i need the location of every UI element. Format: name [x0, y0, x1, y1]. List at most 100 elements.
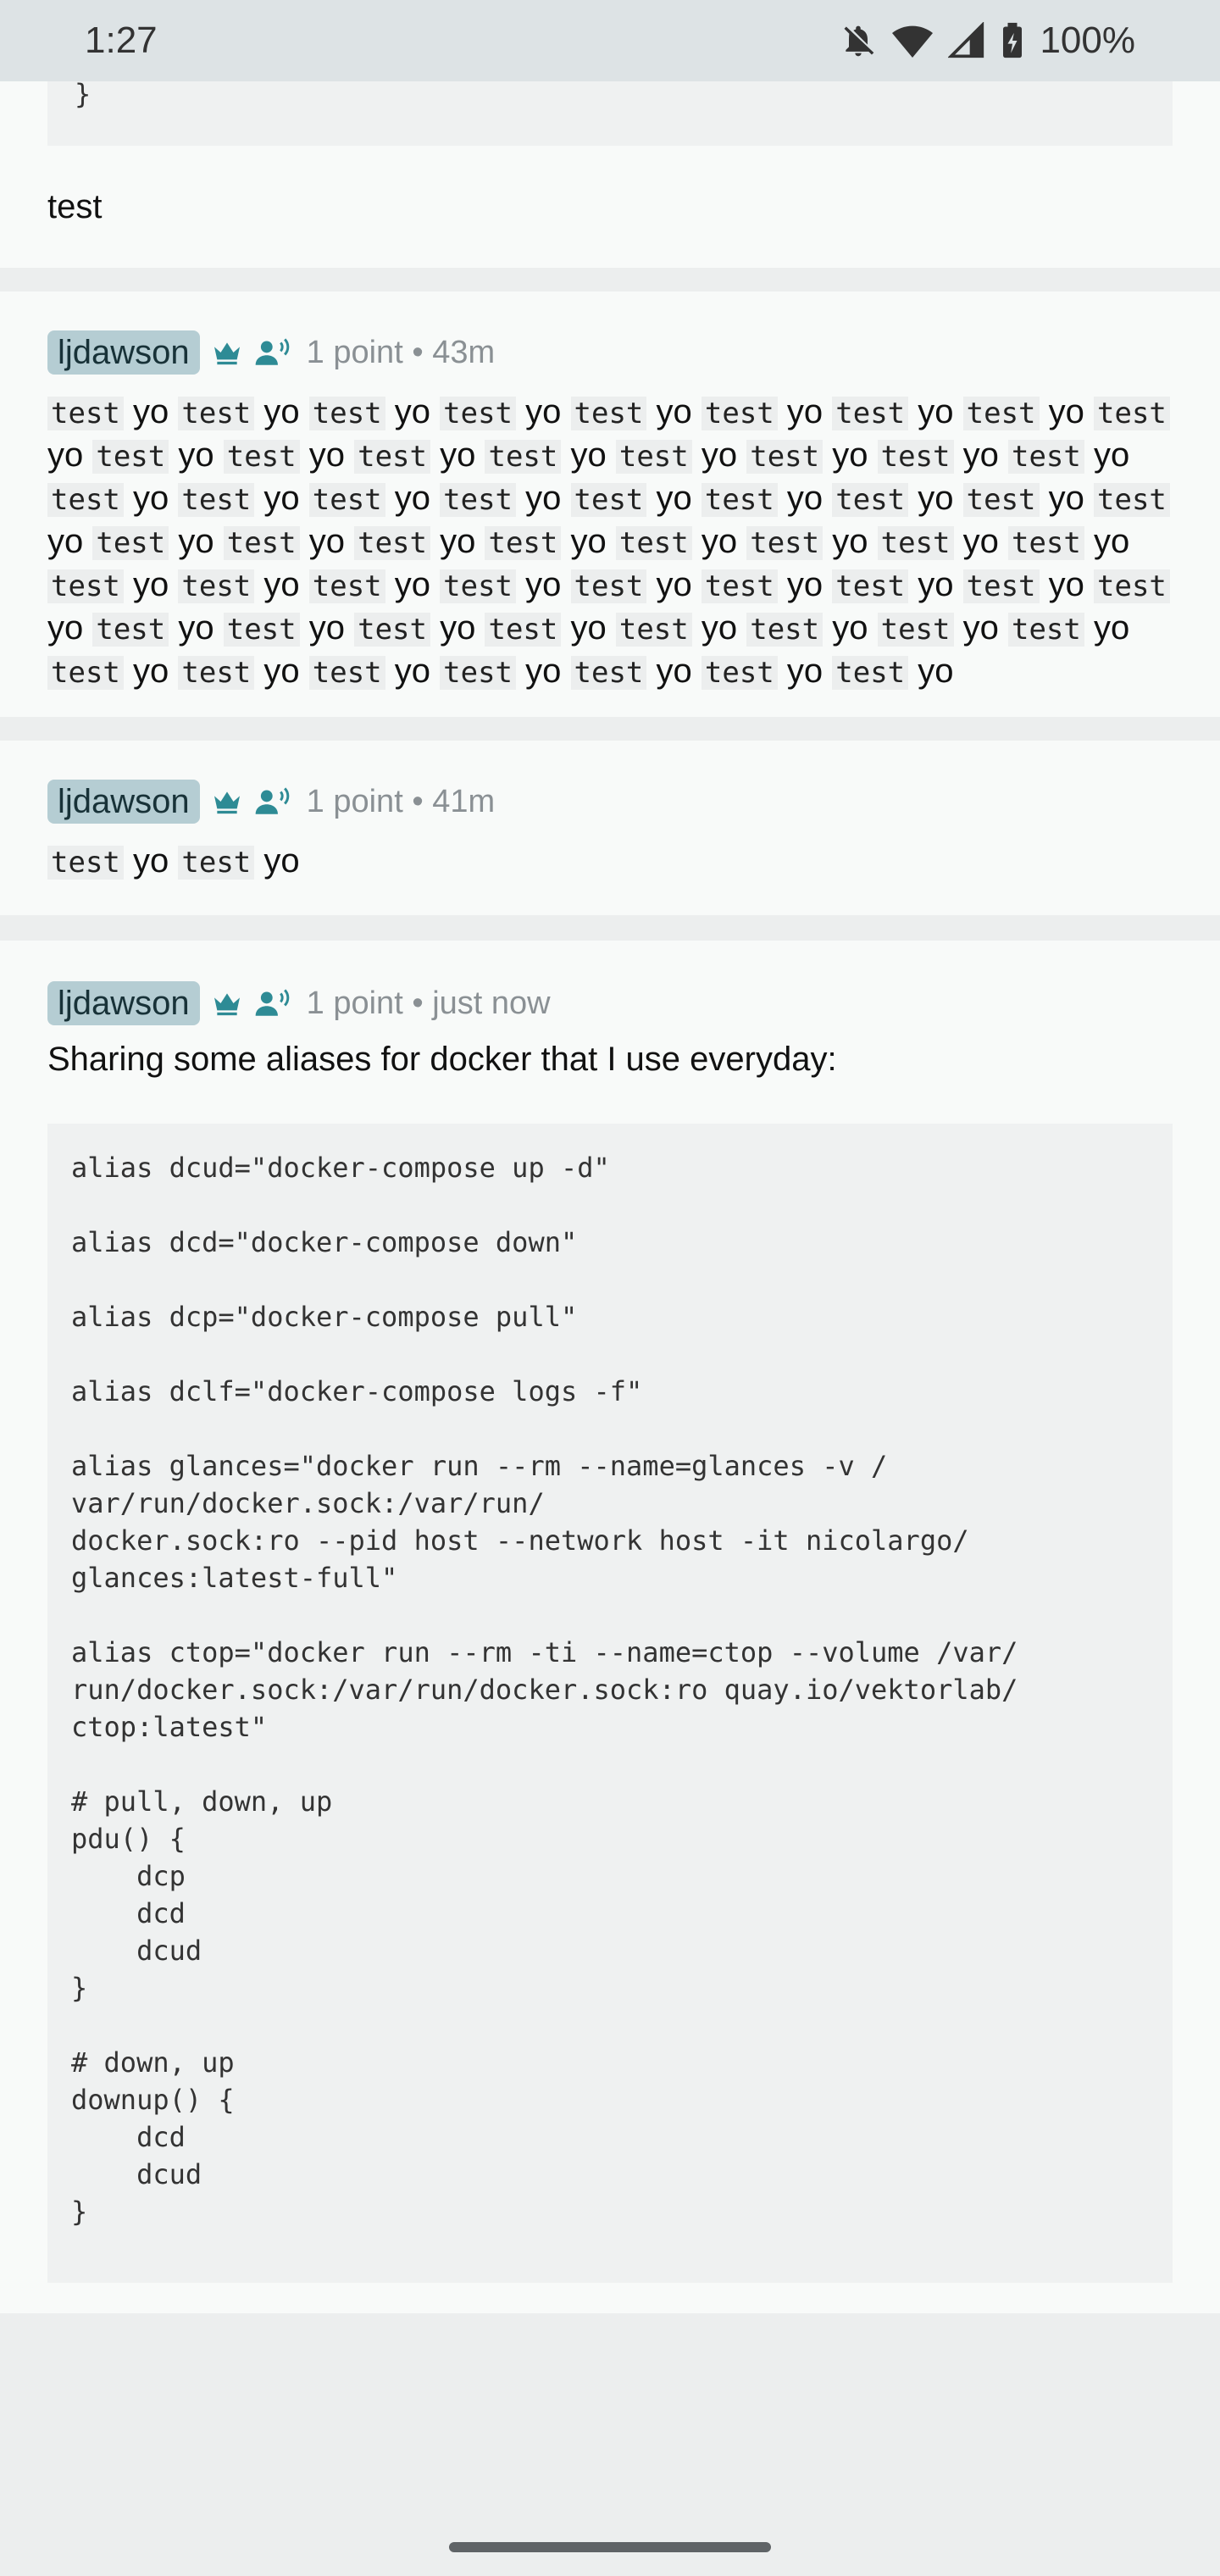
plain-word: yo	[777, 393, 833, 430]
comment-meta: 1 point • just now	[307, 985, 551, 1022]
plain-word: yo	[953, 436, 1008, 474]
inline-code: test	[440, 569, 517, 603]
inline-code: test	[223, 526, 300, 560]
plain-word: yo	[299, 609, 355, 647]
plain-word: yo	[430, 523, 485, 560]
inline-code: test	[178, 846, 255, 880]
plain-word: yo	[430, 609, 485, 647]
plain-word: yo	[953, 523, 1008, 560]
plain-word: yo	[908, 480, 963, 517]
inline-code: test	[701, 483, 778, 517]
plain-word: yo	[299, 523, 355, 560]
inline-code: test	[1094, 569, 1170, 603]
inline-code: test	[570, 569, 647, 603]
plain-word: yo	[516, 652, 571, 690]
inline-code: test	[485, 613, 562, 647]
inline-code: test	[877, 526, 954, 560]
inline-code: test	[178, 397, 255, 430]
inline-code: test	[962, 569, 1040, 603]
inline-code: test	[746, 440, 824, 474]
comment-card-1: ljdawson 1 point • 43m test yo test yo t…	[0, 291, 1220, 717]
inline-code: test	[1007, 440, 1084, 474]
comment-body: test yo test yo test yo test yo test yo …	[47, 391, 1173, 694]
plain-word: yo	[691, 436, 747, 474]
inline-code: test	[440, 656, 517, 690]
crown-icon	[210, 986, 244, 1020]
plain-word: yo	[1084, 436, 1130, 474]
plain-word: yo	[908, 566, 963, 603]
inline-code: test	[746, 613, 824, 647]
inline-code: test	[701, 656, 778, 690]
signal-icon	[948, 22, 985, 59]
plain-word: yo	[254, 480, 309, 517]
moderator-icon	[254, 336, 293, 369]
plain-word: yo	[516, 480, 571, 517]
author-badge[interactable]: ljdawson	[47, 330, 200, 375]
plain-word: yo	[123, 393, 179, 430]
plain-word: yo	[123, 652, 179, 690]
inline-code: test	[962, 483, 1040, 517]
status-time: 1:27	[85, 19, 158, 61]
plain-word: yo	[385, 480, 441, 517]
inline-code: test	[1094, 483, 1170, 517]
plain-word: yo	[646, 652, 702, 690]
plain-word: yo	[430, 436, 485, 474]
plain-word: yo	[561, 523, 616, 560]
plain-word: yo	[516, 566, 571, 603]
plain-word: yo	[1084, 609, 1130, 647]
inline-code: test	[308, 656, 385, 690]
comment-meta: 1 point • 41m	[307, 784, 495, 820]
moderator-icon	[254, 785, 293, 819]
inline-code: test	[570, 483, 647, 517]
bell-off-icon	[840, 22, 877, 59]
comment-body: test yo test yo	[47, 841, 1173, 884]
inline-code: test	[308, 569, 385, 603]
plain-word: yo	[254, 652, 309, 690]
code-tail-text: }	[75, 78, 92, 110]
inline-code: test	[178, 656, 255, 690]
plain-word: yo	[385, 566, 441, 603]
plain-word: yo	[561, 436, 616, 474]
inline-code: test	[877, 613, 954, 647]
inline-code: test	[354, 526, 430, 560]
wifi-icon	[892, 22, 934, 59]
inline-code: test	[47, 397, 124, 430]
inline-code: test	[92, 613, 169, 647]
inline-code: test	[832, 656, 909, 690]
plain-word: yo	[777, 652, 833, 690]
comment-header: ljdawson 1 point • 41m	[47, 778, 1173, 825]
plain-word: yo	[646, 480, 702, 517]
inline-code: test	[354, 613, 430, 647]
plain-word: yo	[123, 842, 179, 880]
inline-code: test	[354, 440, 430, 474]
crown-icon	[210, 336, 244, 369]
author-badge[interactable]: ljdawson	[47, 981, 200, 1025]
post-text: test	[47, 188, 103, 225]
plain-word: yo	[823, 609, 878, 647]
inline-code: test	[485, 440, 562, 474]
points-text: 1 point	[306, 783, 403, 819]
plain-word: yo	[1039, 566, 1094, 603]
inline-code: test	[832, 397, 909, 430]
plain-word: yo	[823, 436, 878, 474]
inline-code: test	[92, 526, 169, 560]
comment-header: ljdawson 1 point • just now	[47, 980, 1173, 1027]
inline-code: test	[615, 440, 692, 474]
plain-word: yo	[254, 393, 309, 430]
home-indicator[interactable]	[449, 2542, 771, 2552]
status-icons: 100%	[840, 19, 1135, 62]
plain-word: yo	[254, 842, 300, 880]
author-badge[interactable]: ljdawson	[47, 780, 200, 824]
plain-word: yo	[1039, 393, 1094, 430]
plain-word: yo	[169, 609, 224, 647]
code-block: alias dcud="docker-compose up -d" alias …	[47, 1124, 1173, 2283]
plain-word: yo	[169, 523, 224, 560]
inline-code: test	[1007, 613, 1084, 647]
inline-code: test	[485, 526, 562, 560]
status-bar: 1:27 100%	[0, 0, 1220, 81]
inline-code: test	[1094, 397, 1170, 430]
inline-code: test	[47, 656, 124, 690]
inline-code: test	[570, 397, 647, 430]
comment-meta: 1 point • 43m	[307, 335, 495, 371]
plain-word: yo	[777, 566, 833, 603]
